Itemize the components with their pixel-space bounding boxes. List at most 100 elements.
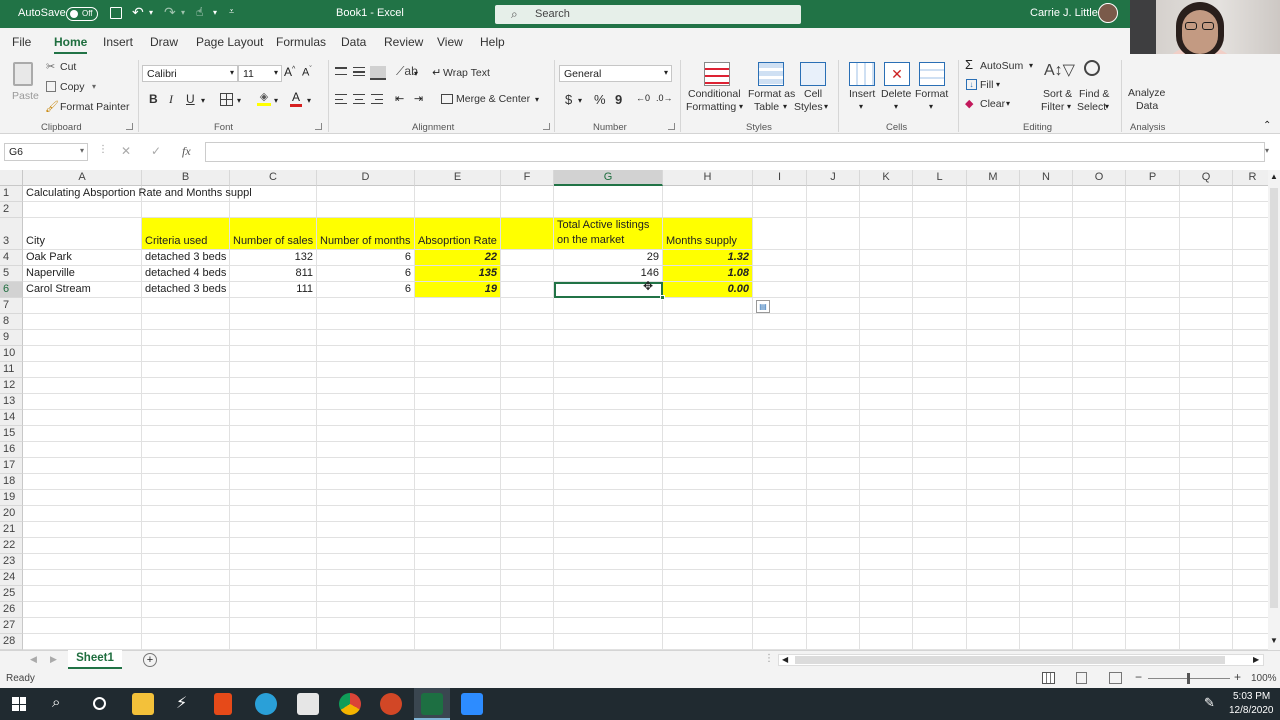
row-header-21[interactable]: 21	[0, 522, 23, 538]
redo-dropdown-icon[interactable]: ▾	[181, 8, 185, 17]
borders-dropdown-icon[interactable]: ▾	[237, 96, 241, 105]
save-icon[interactable]	[110, 7, 122, 19]
page-break-view-icon[interactable]	[1109, 672, 1122, 684]
row-header-22[interactable]: 22	[0, 538, 23, 554]
comma-button[interactable]: 9	[615, 92, 622, 107]
tab-data[interactable]: Data	[341, 35, 366, 49]
underline-dropdown-icon[interactable]: ▾	[201, 96, 205, 105]
quick-analysis-icon[interactable]: ▤	[756, 300, 770, 313]
cell-a6[interactable]: Carol Stream	[23, 282, 142, 298]
cell-b6[interactable]: detached 3 beds	[142, 282, 230, 298]
column-header-e[interactable]: E	[415, 170, 501, 186]
add-sheet-icon[interactable]: +	[143, 653, 157, 667]
percent-button[interactable]: %	[594, 92, 606, 107]
column-header-n[interactable]: N	[1020, 170, 1073, 186]
horizontal-scroll-thumb[interactable]	[795, 656, 1225, 664]
cell-e6[interactable]: 19	[415, 282, 501, 298]
zoom-slider-thumb[interactable]	[1187, 673, 1190, 684]
cell-h6[interactable]: 0.00	[663, 282, 753, 298]
bold-button[interactable]: B	[149, 92, 158, 106]
edge-icon[interactable]	[255, 693, 277, 715]
cell-e5[interactable]: 135	[415, 266, 501, 282]
row-header-17[interactable]: 17	[0, 458, 23, 474]
increase-decimal-icon[interactable]: ←0	[636, 93, 650, 103]
row-header-15[interactable]: 15	[0, 426, 23, 442]
search-box[interactable]: ⌕ Search	[495, 5, 801, 24]
expand-formula-icon[interactable]: ▾	[1265, 146, 1269, 155]
currency-dropdown-icon[interactable]: ▾	[578, 96, 582, 105]
row-header-3[interactable]: 3	[0, 218, 23, 250]
chrome-icon[interactable]	[339, 693, 361, 715]
align-middle-icon[interactable]	[353, 67, 365, 76]
scroll-down-icon[interactable]: ▼	[1270, 636, 1278, 645]
font-size-dropdown[interactable]: 11 ▾	[238, 65, 282, 82]
column-header-a[interactable]: A	[23, 170, 142, 186]
column-header-b[interactable]: B	[142, 170, 230, 186]
align-top-icon[interactable]	[335, 67, 347, 75]
cell-f3[interactable]	[501, 218, 554, 250]
touch-mode-dropdown-icon[interactable]: ▾	[213, 8, 217, 17]
cell-d5[interactable]: 6	[317, 266, 415, 282]
row-header-10[interactable]: 10	[0, 346, 23, 362]
autosum-dropdown-icon[interactable]: ▾	[1029, 61, 1033, 70]
italic-button[interactable]: I	[169, 92, 173, 107]
font-color-dropdown-icon[interactable]: ▾	[307, 96, 311, 105]
row-header-11[interactable]: 11	[0, 362, 23, 378]
row-header-27[interactable]: 27	[0, 618, 23, 634]
align-right-icon[interactable]	[371, 94, 383, 104]
format-painter-button[interactable]: Format Painter	[60, 101, 129, 113]
horizontal-scrollbar[interactable]: ◀ ▶	[778, 654, 1264, 666]
autosum-button[interactable]: AutoSum	[980, 60, 1023, 72]
insert-function-button[interactable]: fx	[182, 144, 191, 159]
formula-input[interactable]	[205, 142, 1265, 162]
clear-button[interactable]: Clear	[980, 98, 1005, 110]
row-header-4[interactable]: 4	[0, 250, 23, 266]
vertical-scrollbar[interactable]: ▲ ▼	[1268, 170, 1280, 650]
align-center-icon[interactable]	[353, 94, 365, 104]
next-sheet-icon[interactable]: ▶	[50, 654, 57, 665]
collapse-ribbon-icon[interactable]: ⌃	[1263, 120, 1271, 131]
select-all-corner[interactable]	[0, 170, 23, 186]
align-left-icon[interactable]	[335, 94, 347, 104]
column-header-r[interactable]: R	[1233, 170, 1268, 186]
tab-home[interactable]: Home	[54, 35, 88, 54]
office-icon[interactable]	[214, 693, 232, 715]
cell-e4[interactable]: 22	[415, 250, 501, 266]
cell-g3[interactable]: Total Active listings on the market	[554, 218, 663, 250]
row-header-9[interactable]: 9	[0, 330, 23, 346]
row-header-16[interactable]: 16	[0, 442, 23, 458]
font-color-icon[interactable]: A	[290, 91, 302, 107]
zoom-app-icon[interactable]	[461, 693, 483, 715]
align-bottom-icon[interactable]	[370, 66, 386, 80]
zoom-in-icon[interactable]: +	[1234, 670, 1241, 684]
column-header-q[interactable]: Q	[1180, 170, 1233, 186]
sort-filter-button[interactable]: A↕▽ Sort & Filter ▾	[1040, 58, 1076, 118]
orientation-dropdown-icon[interactable]: ▾	[414, 69, 418, 78]
row-header-19[interactable]: 19	[0, 490, 23, 506]
cell-styles-button[interactable]: Cell Styles ▾	[794, 58, 834, 118]
tab-formulas[interactable]: Formulas	[276, 35, 326, 49]
number-launcher-icon[interactable]	[668, 123, 675, 130]
cut-button[interactable]: Cut	[60, 61, 76, 73]
delete-cells-button[interactable]: ✕ Delete ▾	[880, 58, 914, 118]
currency-button[interactable]: $	[565, 92, 572, 107]
column-header-o[interactable]: O	[1073, 170, 1126, 186]
format-as-table-button[interactable]: Format as Table ▾	[746, 58, 795, 118]
row-header-23[interactable]: 23	[0, 554, 23, 570]
column-header-f[interactable]: F	[501, 170, 554, 186]
touch-mode-icon[interactable]: ☝	[196, 5, 203, 19]
tab-file[interactable]: File	[12, 35, 31, 49]
scroll-thumb[interactable]	[1270, 188, 1278, 608]
increase-indent-icon[interactable]: ⇥	[414, 92, 423, 105]
wrap-text-button[interactable]: Wrap Text	[443, 67, 490, 79]
undo-dropdown-icon[interactable]: ▾	[149, 8, 153, 17]
column-header-d[interactable]: D	[317, 170, 415, 186]
fill-handle[interactable]	[660, 295, 665, 300]
cell-a4[interactable]: Oak Park	[23, 250, 142, 266]
column-header-g[interactable]: G	[554, 170, 663, 186]
customize-qat-icon[interactable]: ⩡	[229, 6, 234, 17]
cell-c5[interactable]: 811	[230, 266, 317, 282]
store-icon[interactable]	[297, 693, 319, 715]
cell-d6[interactable]: 6	[317, 282, 415, 298]
tab-view[interactable]: View	[437, 35, 463, 49]
